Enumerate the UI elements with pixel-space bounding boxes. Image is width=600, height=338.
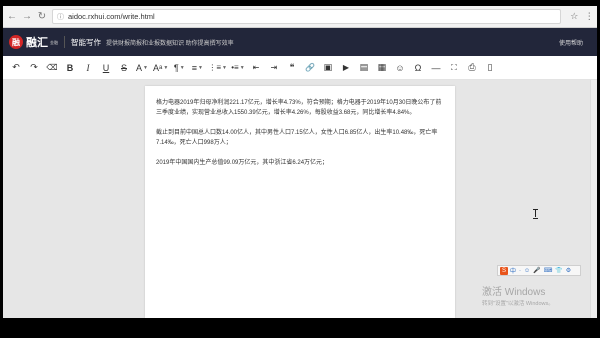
editor-toolbar: ↶ ↷ ⌫ B I U S A ▼ Aa ▼ ¶ ▼ ≡ ▼ ⋮≡ ▼ •≡ ▼ ⇤ ⇥ ❝… bbox=[3, 56, 597, 80]
browser-toolbar: ← → ↻ ⓘ aidoc.rxhui.com/write.html ☆ ⋮ bbox=[3, 6, 597, 28]
url-text: aidoc.rxhui.com/write.html bbox=[68, 12, 155, 21]
logo-mark-icon: 融 bbox=[9, 35, 23, 49]
ime-voice-icon[interactable]: 🎤 bbox=[533, 267, 540, 274]
font-color-icon[interactable]: A ▼ bbox=[135, 59, 149, 77]
paragraph[interactable]: 格力电器2019年归母净利润221.17亿元，增长率4.73%，符合预期；格力电… bbox=[156, 98, 444, 118]
underline-icon[interactable]: U bbox=[99, 59, 113, 77]
ime-punct-icon[interactable]: · bbox=[519, 268, 521, 274]
ordered-list-label: ⋮≡ bbox=[208, 63, 221, 72]
ime-lang[interactable]: 中 bbox=[510, 266, 516, 275]
page-title: 智能写作 bbox=[71, 37, 101, 47]
horizontal-rule-icon[interactable]: — bbox=[429, 59, 443, 77]
paragraph[interactable]: 2019年中国国内生产总值99.09万亿元，其中浙江省6.24万亿元； bbox=[156, 158, 444, 168]
star-icon[interactable]: ☆ bbox=[570, 11, 578, 22]
table-icon[interactable]: ▦ bbox=[375, 59, 389, 77]
clear-format-icon[interactable]: ⌫ bbox=[45, 59, 59, 77]
help-link[interactable]: 使用帮助 bbox=[559, 38, 583, 47]
file-icon[interactable]: ▤ bbox=[357, 59, 371, 77]
document-page[interactable]: 格力电器2019年归母净利润221.17亿元，增长率4.73%，符合预期；格力电… bbox=[145, 86, 538, 318]
ime-toolbar[interactable]: S 中 · ☺ 🎤 ⌨ 👕 ⚙ bbox=[497, 265, 581, 276]
indent-icon[interactable]: ⇥ bbox=[267, 59, 281, 77]
link-icon[interactable]: 🔗 bbox=[303, 59, 317, 77]
ime-skin-icon[interactable]: 👕 bbox=[555, 267, 562, 274]
unordered-list-icon[interactable]: •≡ ▼ bbox=[231, 59, 245, 77]
undo-icon[interactable]: ↶ bbox=[9, 59, 23, 77]
video-icon[interactable]: ▶ bbox=[339, 59, 353, 77]
windows-activation-watermark: 激活 Windows 转到"设置"以激活 Windows。 bbox=[482, 283, 554, 307]
outdent-icon[interactable]: ⇤ bbox=[249, 59, 263, 77]
print-icon[interactable]: ⎙ bbox=[465, 59, 479, 77]
font-color-label: A bbox=[136, 62, 143, 73]
ime-logo-icon: S bbox=[500, 266, 508, 275]
watermark-subtitle: 转到"设置"以激活 Windows。 bbox=[482, 301, 554, 307]
logo[interactable]: 融 融汇 金融 bbox=[9, 34, 58, 50]
back-icon[interactable]: ← bbox=[6, 10, 18, 24]
align-icon[interactable]: ≡ ▼ bbox=[190, 59, 204, 77]
image-icon[interactable]: ▣ bbox=[321, 59, 335, 77]
browser-actions: ☆ ⋮ bbox=[567, 11, 597, 22]
unordered-list-label: •≡ bbox=[231, 63, 239, 72]
emoji-icon[interactable]: ☺ bbox=[393, 59, 407, 77]
special-char-icon[interactable]: Ω bbox=[411, 59, 425, 77]
align-label: ≡ bbox=[191, 62, 197, 73]
header-divider bbox=[64, 36, 65, 48]
quote-icon[interactable]: ❝ bbox=[285, 59, 299, 77]
fullscreen-icon[interactable]: ⛶ bbox=[447, 59, 461, 77]
ime-emoji-icon[interactable]: ☺ bbox=[524, 268, 530, 274]
ordered-list-icon[interactable]: ⋮≡ ▼ bbox=[208, 59, 227, 77]
strikethrough-icon[interactable]: S bbox=[117, 59, 131, 77]
logo-sub: 金融 bbox=[50, 39, 58, 45]
app-header: 融 融汇 金融 智能写作 提供财报简报和业报数据知识 助你提高撰写效率 使用帮助 bbox=[3, 28, 597, 56]
paragraph-icon[interactable]: ¶ ▼ bbox=[172, 59, 186, 77]
menu-icon[interactable]: ⋮ bbox=[585, 11, 594, 22]
forward-icon[interactable]: → bbox=[21, 10, 33, 24]
reload-icon[interactable]: ↻ bbox=[36, 10, 48, 24]
logo-text: 融汇 bbox=[26, 37, 48, 49]
screen: ← → ↻ ⓘ aidoc.rxhui.com/write.html ☆ ⋮ 融… bbox=[0, 0, 600, 338]
vertical-scrollbar[interactable] bbox=[590, 80, 597, 318]
info-icon[interactable]: ⓘ bbox=[57, 12, 64, 22]
ime-keyboard-icon[interactable]: ⌨ bbox=[544, 267, 553, 274]
italic-icon[interactable]: I bbox=[81, 59, 95, 77]
ime-settings-icon[interactable]: ⚙ bbox=[566, 267, 571, 274]
redo-icon[interactable]: ↷ bbox=[27, 59, 41, 77]
text-cursor-icon bbox=[533, 209, 538, 219]
paragraph-label: ¶ bbox=[173, 62, 179, 73]
preview-icon[interactable]: ▯ bbox=[483, 59, 497, 77]
address-bar[interactable]: ⓘ aidoc.rxhui.com/write.html bbox=[52, 9, 561, 24]
page-description: 提供财报简报和业报数据知识 助你提高撰写效率 bbox=[106, 40, 234, 47]
paragraph[interactable]: 截止到目前中国总人口数14.00亿人，其中男性人口7.15亿人，女性人口6.85… bbox=[156, 128, 444, 148]
watermark-title: 激活 Windows bbox=[482, 287, 546, 298]
bold-icon[interactable]: B bbox=[63, 59, 77, 77]
font-size-icon[interactable]: Aa ▼ bbox=[153, 59, 168, 77]
